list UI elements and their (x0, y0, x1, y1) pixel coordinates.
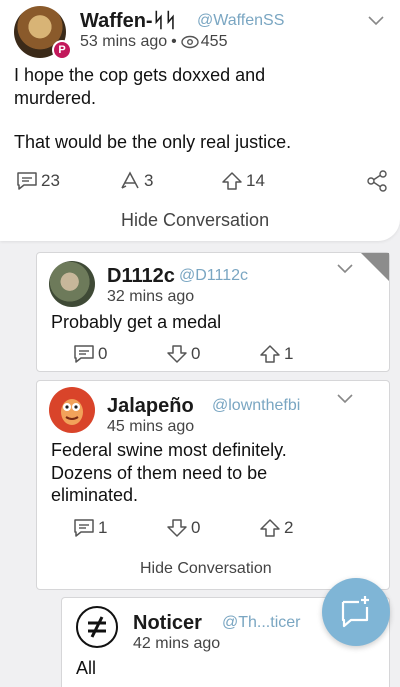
upvote-icon (222, 172, 242, 190)
author-handle[interactable]: @lownthefbi (212, 397, 300, 415)
post-line: murdered. (14, 87, 97, 108)
comment-button[interactable]: 23 (15, 170, 60, 192)
jalapeno-avatar-icon (61, 399, 83, 425)
comment-count: 23 (41, 171, 60, 190)
avatar[interactable] (49, 387, 95, 433)
comment-button[interactable]: 1 (72, 517, 107, 539)
repost-button[interactable]: 3 (118, 170, 153, 192)
comment-count: 0 (98, 344, 108, 363)
comment-count: 1 (98, 518, 108, 537)
post-line: I hope the cop gets doxxed and (14, 65, 266, 85)
eye-icon (181, 35, 199, 49)
reply-line: eliminated. (51, 485, 139, 505)
post-time: 42 mins ago (133, 635, 221, 652)
author-handle[interactable]: @D1112c (179, 267, 248, 285)
downvote-count: 0 (191, 518, 201, 537)
reply-body: Federal swine most definitely. Dozens of… (51, 439, 381, 507)
post-time: 45 mins ago (107, 418, 195, 435)
reply-card: Jalapeño @lownthefbi 45 mins ago Federal… (36, 380, 390, 590)
author-handle[interactable]: @WaffenSS (197, 12, 284, 30)
compose-icon (341, 596, 369, 628)
upvote-button[interactable]: 14 (220, 170, 265, 192)
chevron-down-icon[interactable] (335, 391, 355, 405)
avatar[interactable] (49, 261, 95, 307)
upvote-button[interactable]: 1 (258, 343, 293, 365)
post-body: I hope the cop gets doxxed and murdered.… (14, 64, 384, 154)
hide-conversation-button[interactable]: Hide Conversation (121, 210, 269, 231)
card-corner (361, 253, 389, 281)
downvote-button[interactable]: 0 (165, 517, 200, 539)
post-time: 32 mins ago (107, 288, 195, 305)
comment-icon (74, 519, 94, 537)
upvote-count: 14 (246, 171, 265, 190)
comment-button[interactable]: 0 (72, 343, 107, 365)
author-name[interactable]: Waffen-ᛋᛋ (80, 10, 177, 33)
compose-button[interactable] (322, 578, 390, 646)
upvote-count: 2 (284, 518, 294, 537)
reply-line: Dozens of them need to be (51, 462, 268, 483)
view-count: 455 (200, 33, 228, 50)
upvote-icon (260, 345, 280, 363)
avatar[interactable] (76, 606, 118, 648)
hide-conversation-button[interactable]: Hide Conversation (140, 560, 272, 578)
post-time: 53 mins ago (80, 33, 168, 50)
reply-body: All (76, 658, 97, 678)
downvote-icon (167, 519, 187, 537)
comment-icon (74, 345, 94, 363)
downvote-count: 0 (191, 344, 201, 363)
downvote-button[interactable]: 0 (165, 343, 200, 365)
chevron-down-icon[interactable] (335, 261, 355, 275)
parler-badge-icon: P (52, 40, 72, 60)
reply-line: Federal swine most definitely. (51, 440, 287, 460)
author-handle[interactable]: @Th...ticer (222, 614, 300, 632)
comment-icon (17, 172, 37, 190)
repost-icon (121, 171, 139, 189)
meta-separator: • (171, 33, 177, 50)
share-icon[interactable] (366, 170, 388, 192)
author-name[interactable]: Jalapeño (107, 395, 194, 418)
downvote-icon (167, 345, 187, 363)
post-line (14, 109, 384, 131)
reply-body: Probably get a medal (51, 312, 222, 332)
main-post: P Waffen-ᛋᛋ @WaffenSS 53 mins ago • 455 … (0, 0, 400, 241)
repost-count: 3 (144, 171, 154, 190)
upvote-icon (260, 519, 280, 537)
reply-card: D1112c @D1112c 32 mins ago Probably get … (36, 252, 390, 372)
author-name[interactable]: Noticer (133, 612, 202, 635)
upvote-button[interactable]: 2 (258, 517, 293, 539)
not-equal-icon (88, 616, 106, 638)
upvote-count: 1 (284, 344, 294, 363)
author-name[interactable]: D1112c (107, 265, 175, 288)
chevron-down-icon[interactable] (366, 13, 386, 27)
post-meta: 53 mins ago • 455 (80, 33, 227, 51)
post-line: That would be the only real justice. (14, 132, 292, 152)
